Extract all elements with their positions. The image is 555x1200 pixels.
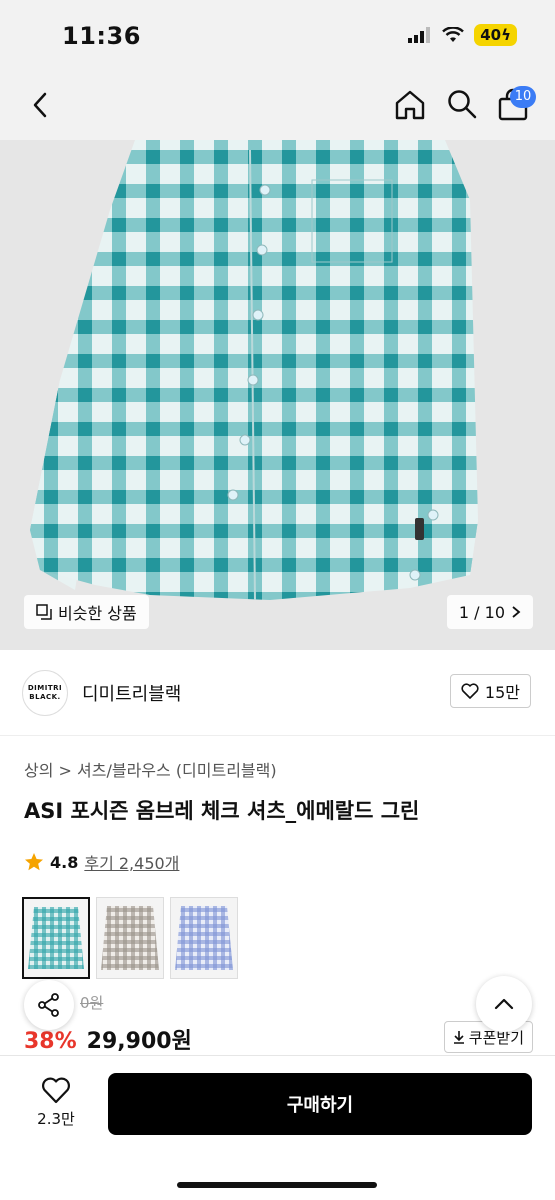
- heart-icon: [42, 1077, 70, 1104]
- thumb-shirt-image: [28, 907, 84, 969]
- sale-price: 29,900원: [86, 1029, 192, 1054]
- scroll-to-top-button[interactable]: [476, 976, 532, 1032]
- status-icons: 40ϟ: [408, 24, 517, 46]
- download-icon: [453, 1031, 464, 1044]
- brand-logo-line2: BLACK.: [29, 693, 61, 701]
- brand-like-button[interactable]: 15만: [449, 674, 531, 708]
- similar-products-button[interactable]: 비슷한 상품: [24, 595, 149, 629]
- star-icon: [25, 853, 43, 871]
- thumb-shirt-image: [101, 906, 159, 970]
- back-arrow-icon[interactable]: [26, 90, 56, 120]
- similar-products-label: 비슷한 상품: [58, 604, 137, 623]
- wifi-icon: [442, 27, 465, 42]
- page-counter-label: 1 / 10: [458, 602, 505, 622]
- status-bar: 11:36 40ϟ: [0, 0, 555, 72]
- thumb-shirt-image: [175, 906, 233, 970]
- chevron-up-icon: [494, 998, 514, 1010]
- copy-icon: [36, 604, 52, 620]
- heart-icon: [461, 683, 479, 699]
- wishlist-count: 2.3만: [37, 1110, 75, 1128]
- product-title: ASI 포시즌 옴브레 체크 셔츠_에메랄드 그린: [24, 799, 420, 823]
- cart-count-badge: 10: [510, 86, 536, 108]
- battery-indicator: 40ϟ: [474, 24, 517, 46]
- wishlist-button[interactable]: 2.3만: [28, 1076, 84, 1129]
- chevron-right-icon: [512, 606, 521, 618]
- rating-value: 4.8: [50, 852, 79, 872]
- image-page-counter[interactable]: 1 / 10: [446, 595, 533, 629]
- share-button[interactable]: [24, 980, 74, 1030]
- thumbnail-blue[interactable]: [170, 897, 238, 979]
- search-icon[interactable]: [446, 88, 478, 120]
- bottom-action-bar: 2.3만 구매하기: [0, 1055, 555, 1200]
- rating-row: 4.8 후기 2,450개: [24, 850, 179, 874]
- home-indicator: [177, 1182, 377, 1188]
- review-count-link[interactable]: 후기 2,450개: [84, 850, 179, 874]
- brand-row[interactable]: DIMITRI BLACK. 디미트리블랙 15만: [0, 650, 555, 736]
- signal-icon: [408, 27, 431, 43]
- brand-logo[interactable]: DIMITRI BLACK.: [22, 670, 68, 716]
- product-image[interactable]: [0, 140, 555, 650]
- brand-name[interactable]: 디미트리블랙: [82, 680, 181, 706]
- battery-level: 40: [480, 26, 502, 44]
- color-thumbnails: [22, 897, 238, 979]
- discount-rate: 38%: [24, 1029, 77, 1054]
- charging-icon: ϟ: [501, 26, 511, 44]
- home-icon[interactable]: [393, 88, 427, 122]
- status-time: 11:36: [62, 22, 141, 50]
- buy-button[interactable]: 구매하기: [108, 1073, 532, 1135]
- share-icon: [38, 993, 59, 1017]
- brand-logo-line1: DIMITRI: [27, 684, 63, 692]
- brand-like-count: 15만: [484, 683, 520, 702]
- category-breadcrumb[interactable]: 상의 > 셔츠/블라우스 (디미트리블랙): [24, 757, 277, 781]
- plaid-shirt-image: [30, 140, 478, 601]
- thumbnail-emerald-green[interactable]: [22, 897, 90, 979]
- original-price: 0원: [80, 994, 104, 1012]
- thumbnail-grey-beige[interactable]: [96, 897, 164, 979]
- nav-bar: [0, 72, 555, 140]
